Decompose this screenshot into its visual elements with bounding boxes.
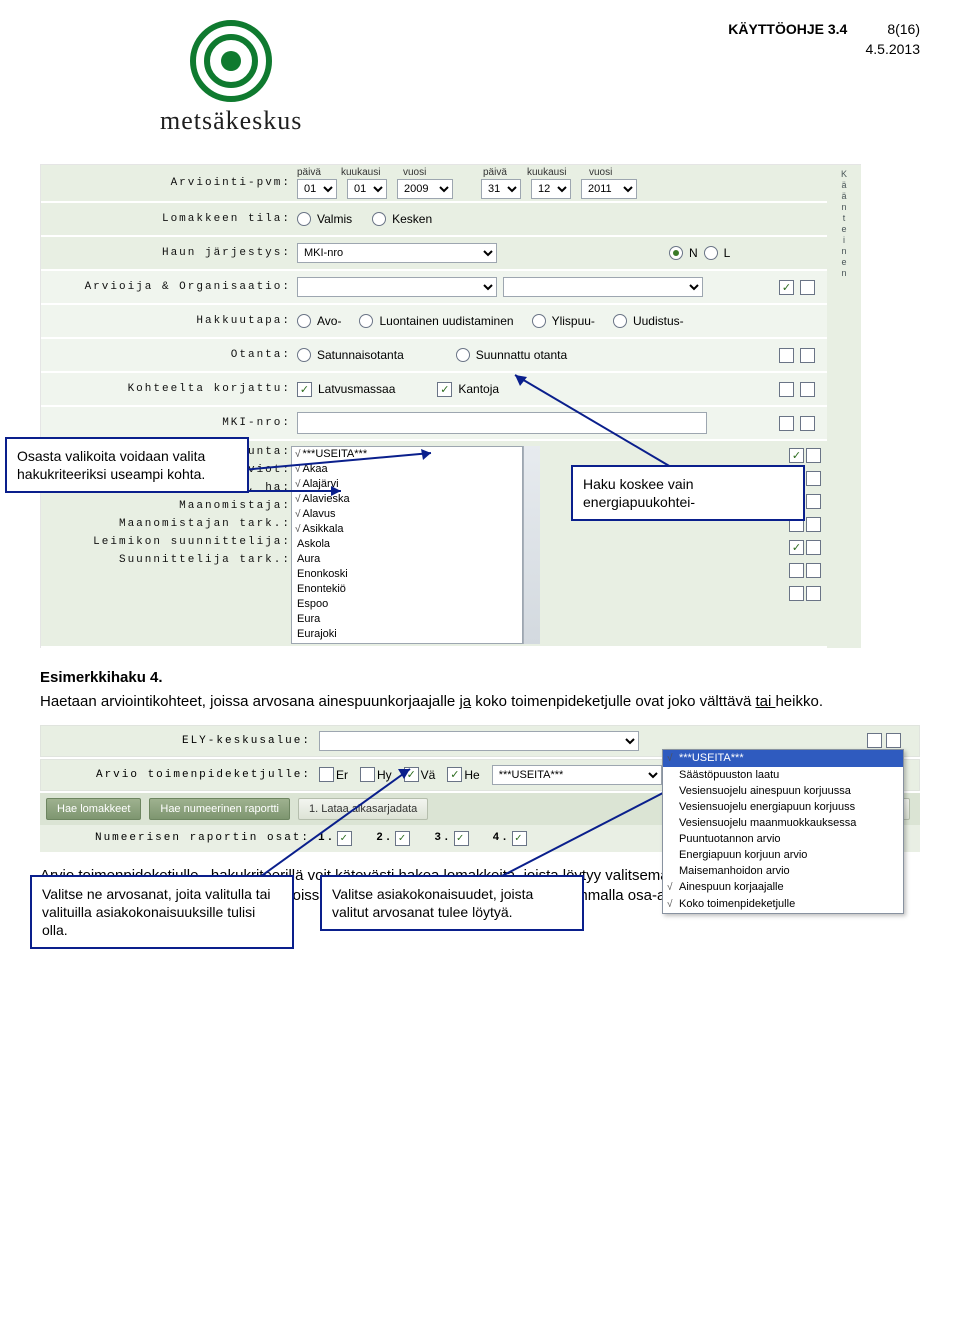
- radio-suunnattu[interactable]: [456, 348, 470, 362]
- to-day[interactable]: 31: [481, 179, 521, 199]
- page-header: metsäkeskus KÄYTTÖOHJE 3.4 8(16) 4.5.2013: [40, 20, 920, 136]
- search-form-screenshot: Käänteinen Arviointi-pvm: päivä kuukausi…: [40, 164, 861, 648]
- label-korjattu: Kohteelta korjattu:: [41, 383, 297, 395]
- check-arvioija-a[interactable]: [779, 280, 794, 295]
- label-haun-jarjestys: Haun järjestys:: [41, 247, 297, 259]
- example-title: Esimerkkihaku 4.: [40, 668, 920, 688]
- check-latvusmassa[interactable]: [297, 382, 312, 397]
- callout-valitse-asiakokonaisuudet: Valitse asiakokonaisuudet, joista valitu…: [320, 875, 584, 931]
- radio-avo[interactable]: [297, 314, 311, 328]
- check-kuviot-b[interactable]: [806, 471, 821, 486]
- label-ely: ELY-keskusalue:: [41, 735, 319, 747]
- callout-valitse-arvosanat: Valitse ne arvosanat, joita valitulla ta…: [30, 875, 294, 950]
- check-otanta-a[interactable]: [779, 348, 794, 363]
- inverse-column: Käänteinen: [827, 165, 861, 648]
- radio-l[interactable]: [704, 246, 718, 260]
- radio-ylispuu[interactable]: [532, 314, 546, 328]
- to-year[interactable]: 2011: [581, 179, 637, 199]
- check-arvioija-b[interactable]: [800, 280, 815, 295]
- radio-n[interactable]: [669, 246, 683, 260]
- check-ely-a[interactable]: [867, 733, 882, 748]
- check-korjattu-a[interactable]: [779, 382, 794, 397]
- arrow-to-kantoja: [511, 371, 691, 471]
- organisaatio-select[interactable]: [503, 277, 703, 297]
- from-year[interactable]: 2009: [397, 179, 453, 199]
- check-he[interactable]: [447, 767, 462, 782]
- callout-multiselect: Osasta valikoita voidaan valita hakukrit…: [5, 437, 249, 493]
- from-day[interactable]: 01: [297, 179, 337, 199]
- page-number: 8(16): [887, 20, 920, 40]
- check-maano-b[interactable]: [806, 517, 821, 532]
- ely-select[interactable]: [319, 731, 639, 751]
- check-ely-b[interactable]: [886, 733, 901, 748]
- check-ala-b[interactable]: [806, 494, 821, 509]
- sort-select[interactable]: MKI-nro: [297, 243, 497, 263]
- label-hakkuutapa: Hakkuutapa:: [41, 315, 297, 327]
- arvioija-select[interactable]: [297, 277, 497, 297]
- check-num3[interactable]: [454, 831, 469, 846]
- callout-energiapuu: Haku koskee vain energiapuukohtei-: [571, 465, 805, 521]
- doc-date: 4.5.2013: [728, 40, 920, 60]
- doc-title: KÄYTTÖOHJE 3.4: [728, 21, 847, 37]
- label-arviointi-pvm: Arviointi-pvm:: [41, 177, 297, 189]
- check-mki-a[interactable]: [779, 416, 794, 431]
- check-korjattu-b[interactable]: [800, 382, 815, 397]
- check-kunta-a[interactable]: [789, 448, 804, 463]
- label-lomakkeen-tila: Lomakkeen tila:: [41, 213, 297, 225]
- grade-form-screenshot: ELY-keskusalue: Arvio toimenpideketjulle…: [40, 725, 920, 852]
- brand-name: metsäkeskus: [160, 106, 302, 136]
- radio-uudistus[interactable]: [613, 314, 627, 328]
- label-arvioija: Arvioija & Organisaatio:: [41, 281, 297, 293]
- label-mki-nro: MKI-nro:: [41, 417, 297, 429]
- arrow-to-kuviot: [231, 485, 351, 535]
- check-maanotark-b[interactable]: [806, 540, 821, 555]
- check-maanotark-a[interactable]: [789, 540, 804, 555]
- brand-block: metsäkeskus: [160, 20, 302, 136]
- label-suunnittelija-tark: Suunnittelija tark.:: [41, 554, 297, 566]
- example-section: Esimerkkihaku 4. Haetaan arviointikohtee…: [40, 668, 920, 713]
- check-suunn-b[interactable]: [806, 586, 821, 601]
- btn-hae-lomakkeet[interactable]: Hae lomakkeet: [46, 798, 141, 820]
- to-month[interactable]: 12: [531, 179, 571, 199]
- arrow-to-grades: [260, 765, 420, 885]
- check-leim-a[interactable]: [789, 563, 804, 578]
- target-icon: [190, 20, 272, 102]
- example-body: Haetaan arviointikohteet, joissa arvosan…: [40, 692, 920, 712]
- document-meta: KÄYTTÖOHJE 3.4 8(16) 4.5.2013: [728, 20, 920, 59]
- check-kantoja[interactable]: [437, 382, 452, 397]
- radio-valmis[interactable]: [297, 212, 311, 226]
- radio-satunnais[interactable]: [297, 348, 311, 362]
- check-mki-b[interactable]: [800, 416, 815, 431]
- radio-luontainen[interactable]: [359, 314, 373, 328]
- label-otanta: Otanta:: [41, 349, 297, 361]
- check-leim-b[interactable]: [806, 563, 821, 578]
- radio-kesken[interactable]: [372, 212, 386, 226]
- from-month[interactable]: 01: [347, 179, 387, 199]
- check-suunn-a[interactable]: [789, 586, 804, 601]
- arvio-dropdown[interactable]: √***USEITA***Säästöpuuston laatuVesiensu…: [662, 749, 904, 914]
- check-otanta-b[interactable]: [800, 348, 815, 363]
- check-kunta-b[interactable]: [806, 448, 821, 463]
- scrollbar[interactable]: [523, 446, 540, 644]
